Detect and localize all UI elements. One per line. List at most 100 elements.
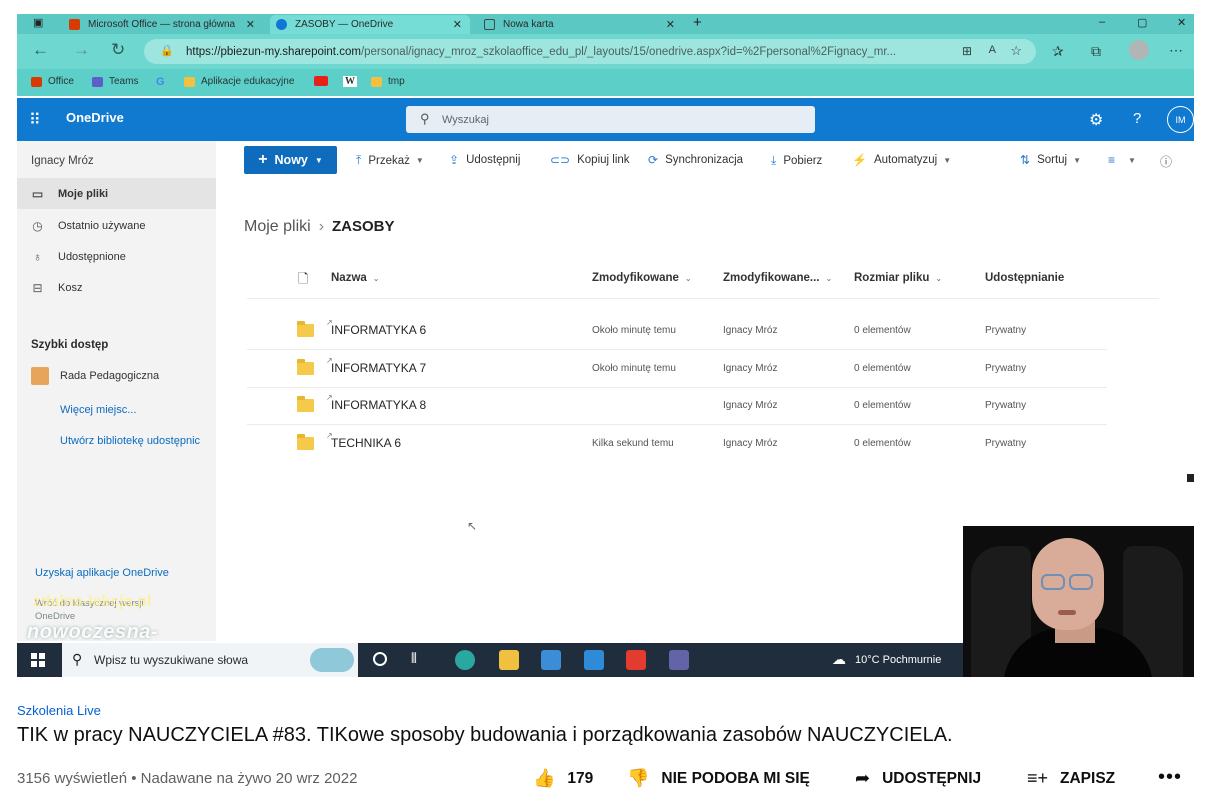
share-button[interactable]: ⇪ Udostępnij	[449, 153, 520, 167]
file-name[interactable]: INFORMATYKA 6	[331, 323, 426, 337]
col-name[interactable]: Nazwa ⌄	[331, 272, 380, 284]
more-places-link[interactable]: Więcej miejsc...	[60, 404, 136, 416]
file-explorer-icon[interactable]	[499, 650, 519, 670]
fav-aplikacje[interactable]: Aplikacje edukacyjne	[184, 76, 294, 87]
chevron-down-icon: ▼	[943, 155, 952, 165]
file-name[interactable]: INFORMATYKA 7	[331, 361, 426, 375]
minimize-button[interactable]: –	[1099, 16, 1105, 28]
tab-actions-icon[interactable]: ▣	[33, 16, 43, 29]
address-bar[interactable]: 🔒 https://pbiezun-my.sharepoint.com/pers…	[144, 39, 1036, 64]
windows-start-icon[interactable]	[31, 653, 45, 667]
like-button[interactable]: 👍 179	[533, 768, 593, 789]
col-sharing[interactable]: Udostępnianie	[985, 272, 1064, 284]
cmd-label: Udostępnij	[466, 154, 521, 166]
back-icon[interactable]: ←	[32, 40, 49, 60]
fav-wikipedia[interactable]: W	[343, 76, 357, 87]
playlist-add-icon: ≡+	[1027, 768, 1049, 788]
chevron-down-icon: ⌄	[825, 274, 833, 283]
sync-icon: ⟳	[648, 153, 659, 167]
col-modified[interactable]: Zmodyfikowane ⌄	[592, 272, 692, 284]
new-button[interactable]: + Nowy ▼	[244, 146, 337, 174]
weather-widget[interactable]: ☁ 10°C Pochmurnie	[832, 651, 941, 668]
immersive-reader-icon[interactable]: ⊞	[962, 44, 972, 58]
edge-icon[interactable]	[455, 650, 475, 670]
search-input[interactable]: ⚲ Wyszukaj	[406, 106, 815, 133]
nav-my-files[interactable]: ▭ Moje pliki	[17, 178, 216, 209]
download-button[interactable]: ⤓ Pobierz	[771, 153, 822, 168]
new-tab-button[interactable]: +	[693, 14, 702, 31]
favorites-icon[interactable]: ✰	[1052, 43, 1064, 60]
profile-icon[interactable]	[1129, 40, 1149, 60]
save-button[interactable]: ≡+ ZAPISZ	[1027, 768, 1115, 789]
col-size[interactable]: Rozmiar pliku ⌄	[854, 272, 942, 284]
mail-icon[interactable]	[584, 650, 604, 670]
collections-icon[interactable]: ⧉	[1091, 43, 1101, 60]
fav-teams[interactable]: Teams	[92, 76, 138, 87]
anydesk-icon[interactable]	[626, 650, 646, 670]
download-icon: ⤓	[771, 153, 777, 167]
table-row[interactable]: ↗ INFORMATYKA 8 Ignacy Mróz 0 elementów …	[247, 387, 1107, 424]
onedrive-header: ⠿ OneDrive ⚲ Wyszukaj ⚙ ? IM	[17, 98, 1194, 141]
fav-google[interactable]: G	[156, 76, 165, 88]
lock-icon[interactable]: 🔒	[160, 44, 174, 57]
task-view-icon[interactable]: ⫴	[411, 650, 417, 667]
view-options-button[interactable]: ≡ ▼	[1108, 153, 1136, 167]
table-row[interactable]: ↗ INFORMATYKA 7 Około minutę temu Ignacy…	[247, 350, 1107, 387]
dislike-button[interactable]: 👎 NIE PODOBA MI SIĘ	[627, 768, 810, 789]
video-player[interactable]: ▣ Microsoft Office — strona główna ✕ ZAS…	[17, 14, 1194, 677]
get-apps-link[interactable]: Uzyskaj aplikacje OneDrive	[35, 567, 169, 579]
nav-shared[interactable]: ♁ Udostępnione	[17, 241, 216, 272]
sort-button[interactable]: ⇅ Sortuj ▼	[1020, 153, 1081, 167]
upload-button[interactable]: ⤒ Przekaż ▼	[356, 153, 424, 168]
nav-recycle-bin[interactable]: ⊟ Kosz	[17, 272, 216, 303]
avatar[interactable]: IM	[1167, 106, 1194, 133]
create-library-link[interactable]: Utwórz bibliotekę udostępnic	[60, 435, 200, 447]
fav-youtube[interactable]	[314, 76, 334, 86]
teams-icon[interactable]	[669, 650, 689, 670]
breadcrumb-root[interactable]: Moje pliki	[244, 218, 311, 235]
fav-office[interactable]: Office	[31, 76, 74, 87]
close-tab-icon[interactable]: ✕	[666, 18, 675, 31]
tab-office[interactable]: Microsoft Office — strona główna ✕	[63, 15, 263, 34]
close-tab-icon[interactable]: ✕	[246, 18, 255, 31]
read-aloud-icon[interactable]: A	[989, 44, 996, 56]
quick-item-rada-pedagogiczna[interactable]: Rada Pedagogiczna	[31, 367, 159, 385]
cortana-icon[interactable]	[373, 652, 387, 666]
forward-icon[interactable]: →	[73, 40, 90, 60]
tab-new-tab[interactable]: Nowa karta ✕	[478, 15, 683, 34]
more-actions-button[interactable]: •••	[1158, 766, 1182, 789]
sync-button[interactable]: ⟳ Synchronizacja	[648, 153, 743, 167]
nav-recent[interactable]: ◷ Ostatnio używane	[17, 210, 216, 241]
cmd-label: Pobierz	[783, 154, 823, 167]
share-button[interactable]: ➦ UDOSTĘPNIJ	[855, 768, 981, 789]
fav-tmp[interactable]: tmp	[371, 76, 405, 87]
close-tab-icon[interactable]: ✕	[453, 18, 462, 31]
scrollbar-marker[interactable]	[1187, 474, 1194, 482]
copy-link-button[interactable]: ⊂⊃ Kopiuj link	[550, 153, 630, 167]
file-name[interactable]: TECHNIKA 6	[331, 436, 401, 450]
automate-button[interactable]: ⚡ Automatyzuj ▼	[852, 153, 951, 167]
app-launcher-icon[interactable]: ⠿	[29, 110, 41, 130]
close-window-button[interactable]: ✕	[1177, 16, 1186, 29]
table-row[interactable]: ↗ INFORMATYKA 6 Około minutę temu Ignacy…	[247, 312, 1107, 349]
modified-by-cell: Ignacy Mróz	[723, 438, 778, 449]
more-icon[interactable]: ⋯	[1169, 42, 1183, 59]
info-button[interactable]: ⓘ	[1160, 153, 1179, 170]
automate-icon: ⚡	[852, 153, 867, 167]
file-type-icon[interactable]: 🗋	[298, 270, 308, 292]
settings-gear-icon[interactable]: ⚙	[1089, 110, 1103, 130]
file-name[interactable]: INFORMATYKA 8	[331, 398, 426, 412]
channel-link[interactable]: Szkolenia Live	[17, 703, 101, 718]
cmd-label: Sortuj	[1037, 154, 1068, 166]
col-modified-by[interactable]: Zmodyfikowane... ⌄	[723, 272, 832, 284]
refresh-icon[interactable]: ↻	[111, 40, 125, 60]
add-favorite-icon[interactable]: ☆	[1010, 43, 1022, 59]
help-icon[interactable]: ?	[1133, 110, 1141, 127]
taskbar-search-input[interactable]: ⚲ Wpisz tu wyszukiwane słowa	[62, 643, 358, 677]
onedrive-brand[interactable]: OneDrive	[66, 110, 124, 125]
table-row[interactable]: ↗ TECHNIKA 6 Kilka sekund temu Ignacy Mr…	[247, 425, 1107, 462]
tab-onedrive[interactable]: ZASOBY — OneDrive ✕	[270, 15, 470, 34]
store-icon[interactable]	[541, 650, 561, 670]
maximize-button[interactable]: ▢	[1137, 16, 1147, 29]
link-icon: ⊂⊃	[550, 153, 571, 167]
